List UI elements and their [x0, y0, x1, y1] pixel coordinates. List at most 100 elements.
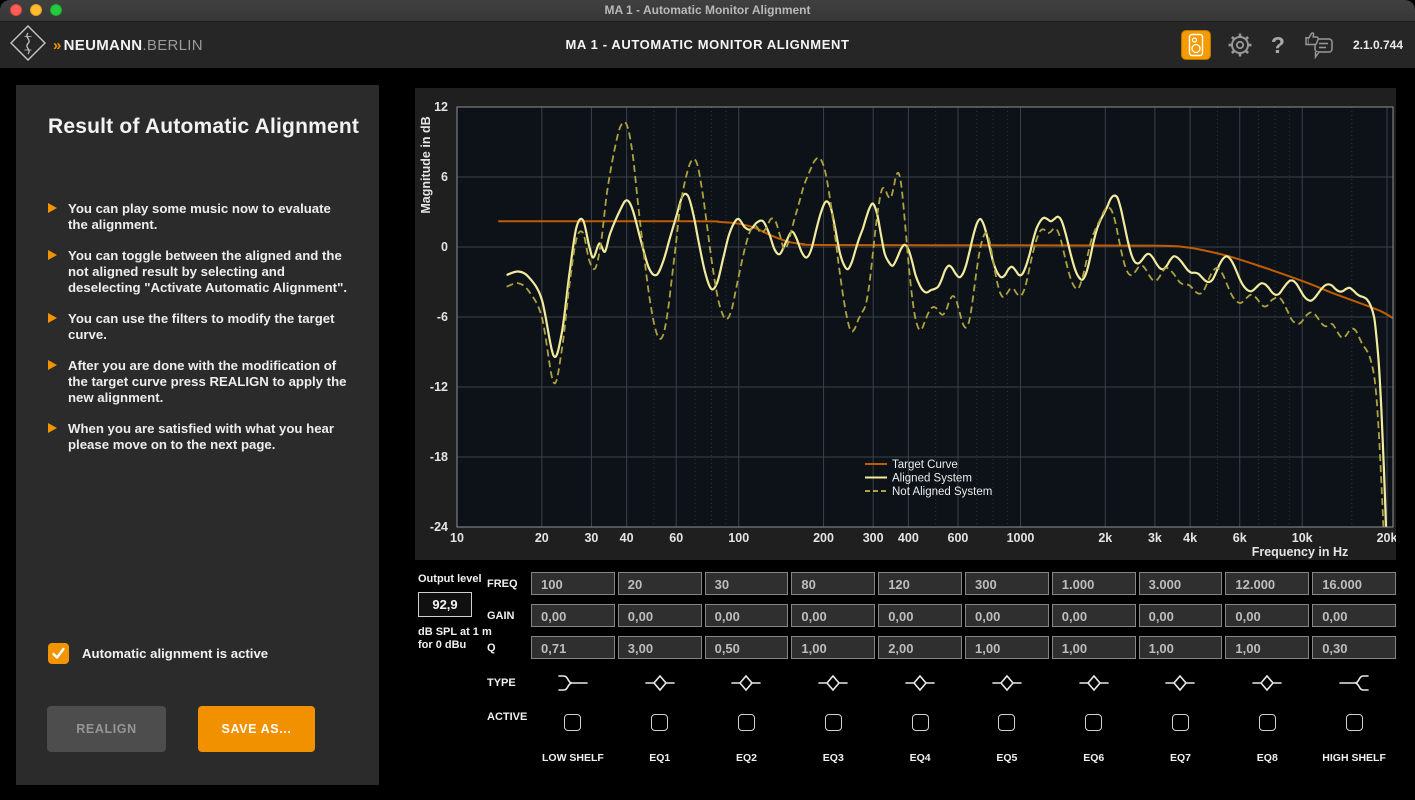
eq-band-1-q-input[interactable]: 3,00	[618, 636, 702, 659]
eq-band-5-label: EQ5	[965, 746, 1049, 768]
app-window: MA 1 - Automatic Monitor Alignment »NEUM…	[0, 0, 1415, 800]
svg-text:Not Aligned System: Not Aligned System	[892, 486, 992, 498]
output-level-input[interactable]: 92,9	[418, 592, 472, 617]
active-row-label: ACTIVE	[487, 711, 527, 723]
eq-band-9-freq-input[interactable]: 16.000	[1312, 572, 1396, 595]
eq-band-6-active-checkbox[interactable]	[1085, 714, 1102, 731]
monitor-setup-button[interactable]	[1181, 30, 1211, 60]
eq-band-7-q-input[interactable]: 1,00	[1139, 636, 1223, 659]
bullet-item: You can toggle between the aligned and t…	[48, 248, 351, 296]
eq-band-1-type[interactable]	[618, 668, 702, 698]
svg-text:Target Curve: Target Curve	[892, 459, 958, 471]
bullet-arrow-icon	[48, 203, 57, 213]
eq-band-7-active-checkbox[interactable]	[1172, 714, 1189, 731]
eq-band-2-gain-input[interactable]: 0,00	[705, 604, 789, 627]
eq-band-2-type[interactable]	[705, 668, 789, 698]
eq-band-4-type[interactable]	[878, 668, 962, 698]
eq-band-0-q-input[interactable]: 0,71	[531, 636, 615, 659]
eq-band-5-freq-input[interactable]: 300	[965, 572, 1049, 595]
thumbs-up-feedback-icon	[1303, 31, 1335, 59]
eq-band-3-q-input[interactable]: 1,00	[791, 636, 875, 659]
eq-band-9-gain-input[interactable]: 0,00	[1312, 604, 1396, 627]
eq-band-9-type[interactable]	[1312, 668, 1396, 698]
eq-band-5-gain-input[interactable]: 0,00	[965, 604, 1049, 627]
gear-icon	[1227, 32, 1253, 58]
y-axis-label: Magnitude in dB	[419, 116, 433, 213]
eq-band-0-freq-input[interactable]: 100	[531, 572, 615, 595]
eq-band-1-active-checkbox[interactable]	[651, 714, 668, 731]
bell-filter-icon	[818, 673, 848, 693]
eq-band-8-active-checkbox[interactable]	[1259, 714, 1276, 731]
bullet-text: You can play some music now to evaluate …	[68, 201, 351, 233]
svg-text:20: 20	[535, 531, 549, 545]
output-level-unit2: for 0 dBu	[418, 639, 466, 651]
eq-band-2-active-checkbox[interactable]	[738, 714, 755, 731]
eq-band-3-active-checkbox[interactable]	[825, 714, 842, 731]
bullet-arrow-icon	[48, 423, 57, 433]
eq-band-4-q-input[interactable]: 2,00	[878, 636, 962, 659]
settings-button[interactable]	[1227, 32, 1253, 58]
bullet-item: You can play some music now to evaluate …	[48, 201, 351, 233]
eq-band-0-gain-input[interactable]: 0,00	[531, 604, 615, 627]
eq-band-5-q-input[interactable]: 1,00	[965, 636, 1049, 659]
eq-band-0-active-checkbox[interactable]	[564, 714, 581, 731]
eq-band-8-freq-input[interactable]: 12.000	[1225, 572, 1309, 595]
eq-band-1-gain-input[interactable]: 0,00	[618, 604, 702, 627]
bell-filter-icon	[992, 673, 1022, 693]
eq-band-7-freq-input[interactable]: 3.000	[1139, 572, 1223, 595]
eq-band-3-gain-input[interactable]: 0,00	[791, 604, 875, 627]
eq-band-8-q-input[interactable]: 1,00	[1225, 636, 1309, 659]
eq-band-8-type[interactable]	[1225, 668, 1309, 698]
eq-band-7-label: EQ7	[1139, 746, 1223, 768]
svg-text:0: 0	[441, 240, 448, 254]
eq-band-1-active-cell	[618, 707, 702, 737]
svg-text:40: 40	[620, 531, 634, 545]
svg-text:Aligned System: Aligned System	[892, 473, 972, 485]
svg-text:10: 10	[450, 531, 464, 545]
feedback-button[interactable]	[1303, 31, 1335, 59]
bullet-item: When you are satisfied with what you hea…	[48, 421, 351, 453]
eq-band-grid: 1002030801203001.0003.00012.00016.0000,0…	[531, 572, 1396, 768]
eq-band-4-freq-input[interactable]: 120	[878, 572, 962, 595]
instruction-list: You can play some music now to evaluate …	[48, 201, 351, 453]
eq-band-1-freq-input[interactable]: 20	[618, 572, 702, 595]
eq-band-7-gain-input[interactable]: 0,00	[1139, 604, 1223, 627]
eq-section: Output level 92,9 dB SPL at 1 m for 0 dB…	[415, 560, 1396, 800]
save-as-button[interactable]: SAVE AS...	[198, 706, 315, 752]
eq-band-4-active-checkbox[interactable]	[912, 714, 929, 731]
help-button[interactable]: ?	[1269, 34, 1287, 57]
eq-band-5-type[interactable]	[965, 668, 1049, 698]
eq-band-6-gain-input[interactable]: 0,00	[1052, 604, 1136, 627]
eq-band-6-q-input[interactable]: 1,00	[1052, 636, 1136, 659]
eq-band-5-active-cell	[965, 707, 1049, 737]
svg-text:300: 300	[863, 531, 884, 545]
eq-band-0-type[interactable]	[531, 668, 615, 698]
main-area: 1260-6-12-18-241020304060100200300400600…	[415, 88, 1396, 800]
svg-text:3k: 3k	[1148, 531, 1162, 545]
bullet-item: You can use the filters to modify the ta…	[48, 311, 351, 343]
eq-band-2-freq-input[interactable]: 30	[705, 572, 789, 595]
eq-band-3-type[interactable]	[791, 668, 875, 698]
eq-band-4-gain-input[interactable]: 0,00	[878, 604, 962, 627]
eq-band-8-gain-input[interactable]: 0,00	[1225, 604, 1309, 627]
output-level-unit: dB SPL at 1 m	[418, 626, 492, 638]
eq-band-7-type[interactable]	[1139, 668, 1223, 698]
eq-band-3-freq-input[interactable]: 80	[791, 572, 875, 595]
automatic-alignment-checkbox[interactable]	[48, 643, 69, 664]
speaker-icon	[1185, 33, 1207, 57]
eq-band-6-type[interactable]	[1052, 668, 1136, 698]
eq-band-6-label: EQ6	[1052, 746, 1136, 768]
eq-band-5-active-checkbox[interactable]	[998, 714, 1015, 731]
bell-filter-icon	[645, 673, 675, 693]
eq-band-9-q-input[interactable]: 0,30	[1312, 636, 1396, 659]
svg-text:1000: 1000	[1007, 531, 1035, 545]
svg-text:10k: 10k	[1292, 531, 1313, 545]
bullet-item: After you are done with the modification…	[48, 358, 351, 406]
eq-band-9-label: HIGH SHELF	[1312, 746, 1396, 768]
svg-text:20k: 20k	[1377, 531, 1396, 545]
eq-band-2-q-input[interactable]: 0,50	[705, 636, 789, 659]
realign-button[interactable]: REALIGN	[47, 706, 166, 752]
eq-band-9-active-checkbox[interactable]	[1346, 714, 1363, 731]
svg-text:30: 30	[584, 531, 598, 545]
eq-band-6-freq-input[interactable]: 1.000	[1052, 572, 1136, 595]
